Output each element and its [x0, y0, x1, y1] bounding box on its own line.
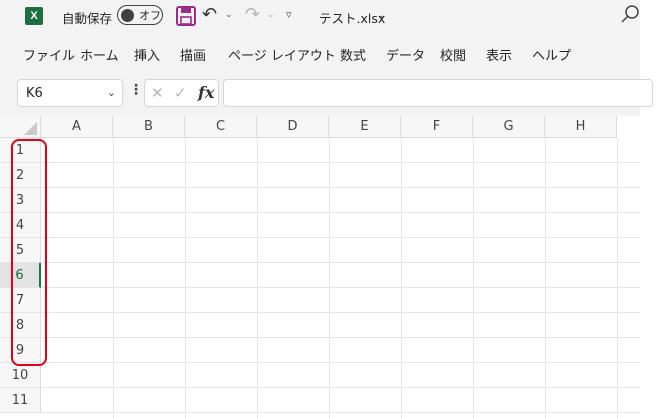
customize-qat-icon[interactable]: ▿ — [286, 8, 292, 21]
tab-home[interactable]: ホーム — [80, 45, 119, 64]
chevron-down-icon[interactable]: ⌄ — [107, 86, 116, 99]
toggle-knob — [121, 8, 134, 22]
tab-insert[interactable]: 挿入 — [134, 45, 160, 64]
name-box-value: K6 — [26, 86, 43, 101]
insert-function-icon[interactable]: fx — [198, 83, 214, 102]
gridline — [41, 212, 640, 213]
title-bar: X 自動保存 オフ ↶ ⌄ ↷ ⌄ ▿ テスト.xlsx ⌄ — [0, 0, 640, 34]
column-header-b[interactable]: B — [113, 116, 185, 138]
check-icon[interactable]: ✓ — [174, 84, 187, 102]
tab-help[interactable]: ヘルプ — [532, 45, 571, 64]
column-header-d[interactable]: D — [257, 116, 329, 138]
formula-buttons: ✕ ✓ fx — [144, 79, 219, 107]
file-name[interactable]: テスト.xlsx — [319, 8, 385, 27]
column-header-a[interactable]: A — [41, 116, 113, 138]
tab-data[interactable]: データ — [386, 45, 425, 64]
gridline — [257, 138, 258, 418]
gridline — [41, 412, 640, 413]
tab-file[interactable]: ファイル — [23, 45, 75, 64]
spreadsheet-grid[interactable]: A B C D E F G H 1 2 3 4 5 6 7 8 9 10 11 — [0, 116, 640, 418]
gridline — [617, 138, 618, 418]
gridline — [41, 162, 640, 163]
redo-icon[interactable]: ↷ — [245, 4, 260, 25]
autosave-toggle[interactable]: オフ — [117, 5, 163, 25]
tab-review[interactable]: 校閲 — [440, 45, 466, 64]
name-box[interactable]: K6 ⌄ — [17, 79, 123, 107]
undo-dropdown-icon[interactable]: ⌄ — [225, 10, 233, 20]
row-header-11[interactable]: 11 — [0, 388, 41, 413]
gridline — [41, 262, 640, 263]
column-header-h[interactable]: H — [545, 116, 617, 138]
autosave-state: オフ — [139, 9, 161, 22]
gridline — [545, 138, 546, 418]
save-icon[interactable] — [175, 5, 197, 27]
gridline — [41, 237, 640, 238]
select-all-button[interactable] — [0, 116, 41, 138]
tab-draw[interactable]: 描画 — [180, 45, 206, 64]
column-header-f[interactable]: F — [401, 116, 473, 138]
tab-view[interactable]: 表示 — [486, 45, 512, 64]
select-all-icon — [24, 122, 37, 135]
gridline — [41, 362, 640, 363]
autosave-label: 自動保存 — [62, 11, 113, 26]
gridline — [41, 337, 640, 338]
gridline — [41, 312, 640, 313]
gridline — [41, 387, 640, 388]
formula-input[interactable] — [223, 79, 653, 107]
gridline — [41, 287, 640, 288]
column-header-c[interactable]: C — [185, 116, 257, 138]
tab-formulas[interactable]: 数式 — [340, 45, 366, 64]
formula-bar: K6 ⌄ ⋮ ✕ ✓ fx — [0, 70, 653, 116]
gridline — [41, 187, 640, 188]
tab-page-layout[interactable]: ページ レイアウト — [228, 45, 336, 64]
ribbon-tabs: ファイル ホーム 挿入 描画 ページ レイアウト 数式 データ 校閲 表示 ヘル… — [0, 34, 640, 70]
gridline — [185, 138, 186, 418]
row-header-10[interactable]: 10 — [0, 363, 41, 388]
redo-dropdown-icon[interactable]: ⌄ — [267, 10, 275, 20]
chevron-down-icon[interactable]: ⌄ — [378, 10, 386, 21]
excel-logo-icon: X — [25, 7, 43, 25]
undo-icon[interactable]: ↶ — [202, 4, 217, 25]
search-icon[interactable] — [621, 4, 640, 26]
column-header-g[interactable]: G — [473, 116, 545, 138]
column-header-e[interactable]: E — [329, 116, 401, 138]
gridline — [329, 138, 330, 418]
row-headers-highlight — [11, 139, 47, 366]
cancel-icon[interactable]: ✕ — [151, 84, 164, 102]
more-options-icon[interactable]: ⋮ — [129, 82, 143, 98]
gridline — [473, 138, 474, 418]
gridline — [401, 138, 402, 418]
gridline — [113, 138, 114, 418]
